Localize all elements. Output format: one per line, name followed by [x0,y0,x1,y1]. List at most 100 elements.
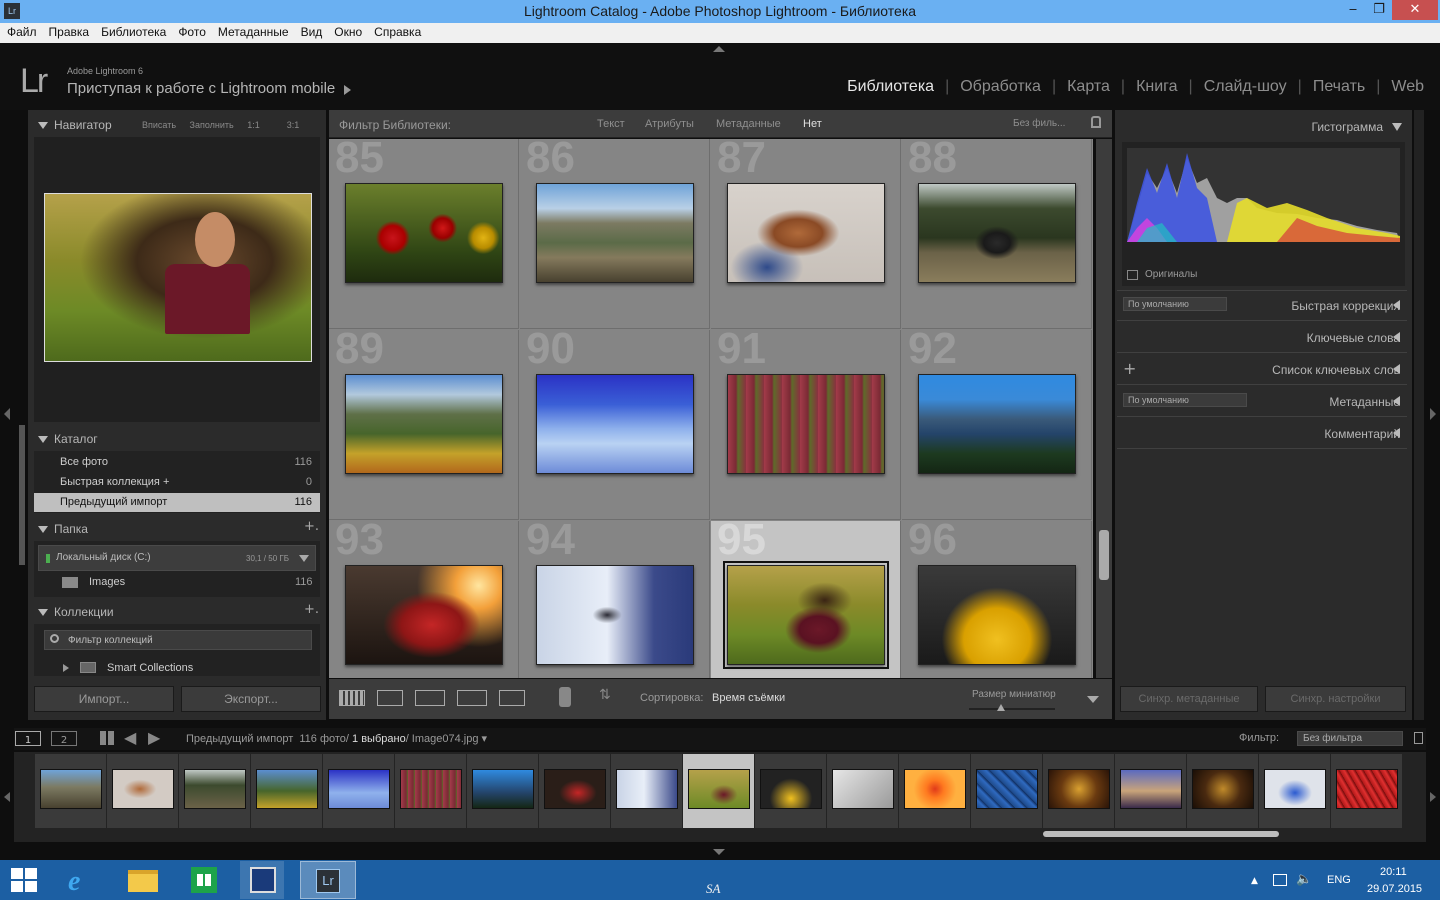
secondary-display-button[interactable]: 2 [51,731,77,746]
film-thumb[interactable] [107,754,178,828]
tab-book[interactable]: Книга [1125,78,1188,96]
expand-left-icon[interactable] [1393,396,1400,406]
film-thumb[interactable] [755,754,826,828]
film-thumb[interactable] [1043,754,1114,828]
grid-view-icon[interactable] [100,731,114,745]
tab-print[interactable]: Печать [1302,78,1376,96]
volume-icon[interactable]: 🔈 [1296,872,1312,887]
grid-cell[interactable]: 86 [520,139,710,329]
grid-cell[interactable]: 88 [902,139,1092,329]
toolbar-menu-icon[interactable] [1087,696,1099,703]
film-thumb[interactable] [323,754,394,828]
film-thumb-selected[interactable] [683,754,754,828]
show-hidden-icons-icon[interactable]: ▲ [1251,876,1258,886]
film-thumb[interactable] [971,754,1042,828]
menu-photo[interactable]: Фото [171,23,211,39]
forward-arrow-icon[interactable]: ▶ [148,728,160,747]
grid-cell[interactable]: 90 [520,330,710,520]
grid-cell[interactable]: 93 [329,521,519,678]
volume-row[interactable]: Локальный диск (C:) 30,1 / 50 ГБ [38,545,316,571]
film-thumb[interactable] [1115,754,1186,828]
loupe-view-icon[interactable] [377,690,403,706]
grid-cell[interactable]: 89 [329,330,519,520]
expand-left-icon[interactable] [1393,332,1400,342]
tab-develop[interactable]: Обработка [949,78,1052,96]
clock-date[interactable]: 29.07.2015 [1367,883,1422,895]
menu-window[interactable]: Окно [327,23,367,39]
grid-scrollbar-thumb[interactable] [1099,530,1109,580]
collapse-top-icon[interactable] [713,46,725,52]
expand-left-icon[interactable] [1393,364,1400,374]
expand-left-icon[interactable] [1393,300,1400,310]
mobile-link[interactable]: Приступая к работе с Lightroom mobile [67,80,335,97]
film-thumb[interactable] [1259,754,1330,828]
filter-attributes[interactable]: Атрибуты [645,118,694,130]
menu-edit[interactable]: Правка [42,23,95,39]
primary-display-button[interactable]: 1 [15,731,41,746]
sort-dropdown[interactable]: Время съёмки [712,692,785,704]
play-icon[interactable] [344,85,351,95]
network-icon[interactable] [1273,874,1287,886]
import-button[interactable]: Импорт... [34,686,174,712]
grid-cell-selected[interactable]: 95 [711,521,901,678]
people-view-icon[interactable] [499,690,525,706]
back-arrow-icon[interactable]: ◀ [124,728,136,747]
compare-view-icon[interactable] [415,690,445,706]
quick-develop-header[interactable]: Быстрая коррекция [1291,299,1400,313]
filter-metadata[interactable]: Метаданные [716,118,781,130]
internet-explorer-icon[interactable]: e [60,861,104,899]
disk-dropdown-icon[interactable] [299,555,309,562]
folder-images[interactable]: Images [89,576,125,588]
save-app-icon[interactable] [240,861,284,899]
collections-header[interactable]: Коллекции [38,605,114,619]
grid-scrollbar-track[interactable] [1096,139,1112,678]
film-thumb[interactable] [251,754,322,828]
right-panel-scrollbar[interactable] [1414,110,1424,720]
film-thumb[interactable] [899,754,970,828]
quick-develop-preset-dropdown[interactable]: По умолчанию [1123,297,1227,311]
nav-1-1[interactable]: 1:1 [247,120,260,130]
close-button[interactable]: ✕ [1392,0,1438,20]
film-thumb[interactable] [611,754,682,828]
film-thumb[interactable] [179,754,250,828]
catalog-quick-collection[interactable]: Быстрая коллекция + 0 [34,473,320,492]
histogram-graph[interactable] [1127,148,1400,242]
filmstrip-source[interactable]: Предыдущий импорт 116 фото/ 1 выбрано/ I… [186,732,487,745]
filter-dropdown[interactable]: Без фильтра [1297,731,1403,746]
windows-start-icon[interactable] [11,868,37,892]
catalog-all-photos[interactable]: Все фото 116 [34,453,320,472]
menu-view[interactable]: Вид [294,23,328,39]
film-thumb[interactable] [467,754,538,828]
film-thumb[interactable] [1331,754,1402,828]
minimize-button[interactable]: ‒ [1340,0,1366,20]
maximize-button[interactable]: ❐ [1366,0,1392,20]
lightroom-taskbar-icon[interactable]: Lr [300,861,356,899]
spray-can-icon[interactable] [559,687,571,707]
add-keyword-button[interactable]: + [1123,359,1136,378]
left-collapse-icon[interactable] [4,408,10,420]
thumbnail-size-slider[interactable] [969,708,1055,710]
filmstrip-scrollbar[interactable] [1043,831,1279,837]
nav-fit[interactable]: Вписать [142,120,176,130]
store-icon[interactable] [182,861,226,899]
smart-collections-item[interactable]: Smart Collections [107,662,193,674]
menu-help[interactable]: Справка [367,23,426,39]
grid-cell[interactable]: 91 [711,330,901,520]
right-collapse-icon[interactable] [1430,408,1436,420]
menu-library[interactable]: Библиотека [94,23,171,39]
clock-time[interactable]: 20:11 [1380,866,1407,878]
nav-3-1[interactable]: 3:1 [287,120,300,130]
grid-cell[interactable]: 94 [520,521,710,678]
comments-header[interactable]: Комментарий [1324,427,1400,441]
grid-cell[interactable]: 87 [711,139,901,329]
filter-text[interactable]: Текст [597,118,625,130]
filmstrip-left-icon[interactable] [4,792,10,802]
menu-file[interactable]: Файл [0,23,42,39]
left-panel-scrollbar[interactable] [19,425,25,565]
sync-metadata-button[interactable]: Синхр. метаданные [1120,686,1258,712]
grid-cell[interactable]: 92 [902,330,1092,520]
metadata-preset-dropdown[interactable]: По умолчанию [1123,393,1247,407]
grid-cell[interactable]: 85 [329,139,519,329]
grid-cell[interactable]: 96 [902,521,1092,678]
add-collection-button[interactable]: +. [304,602,319,617]
